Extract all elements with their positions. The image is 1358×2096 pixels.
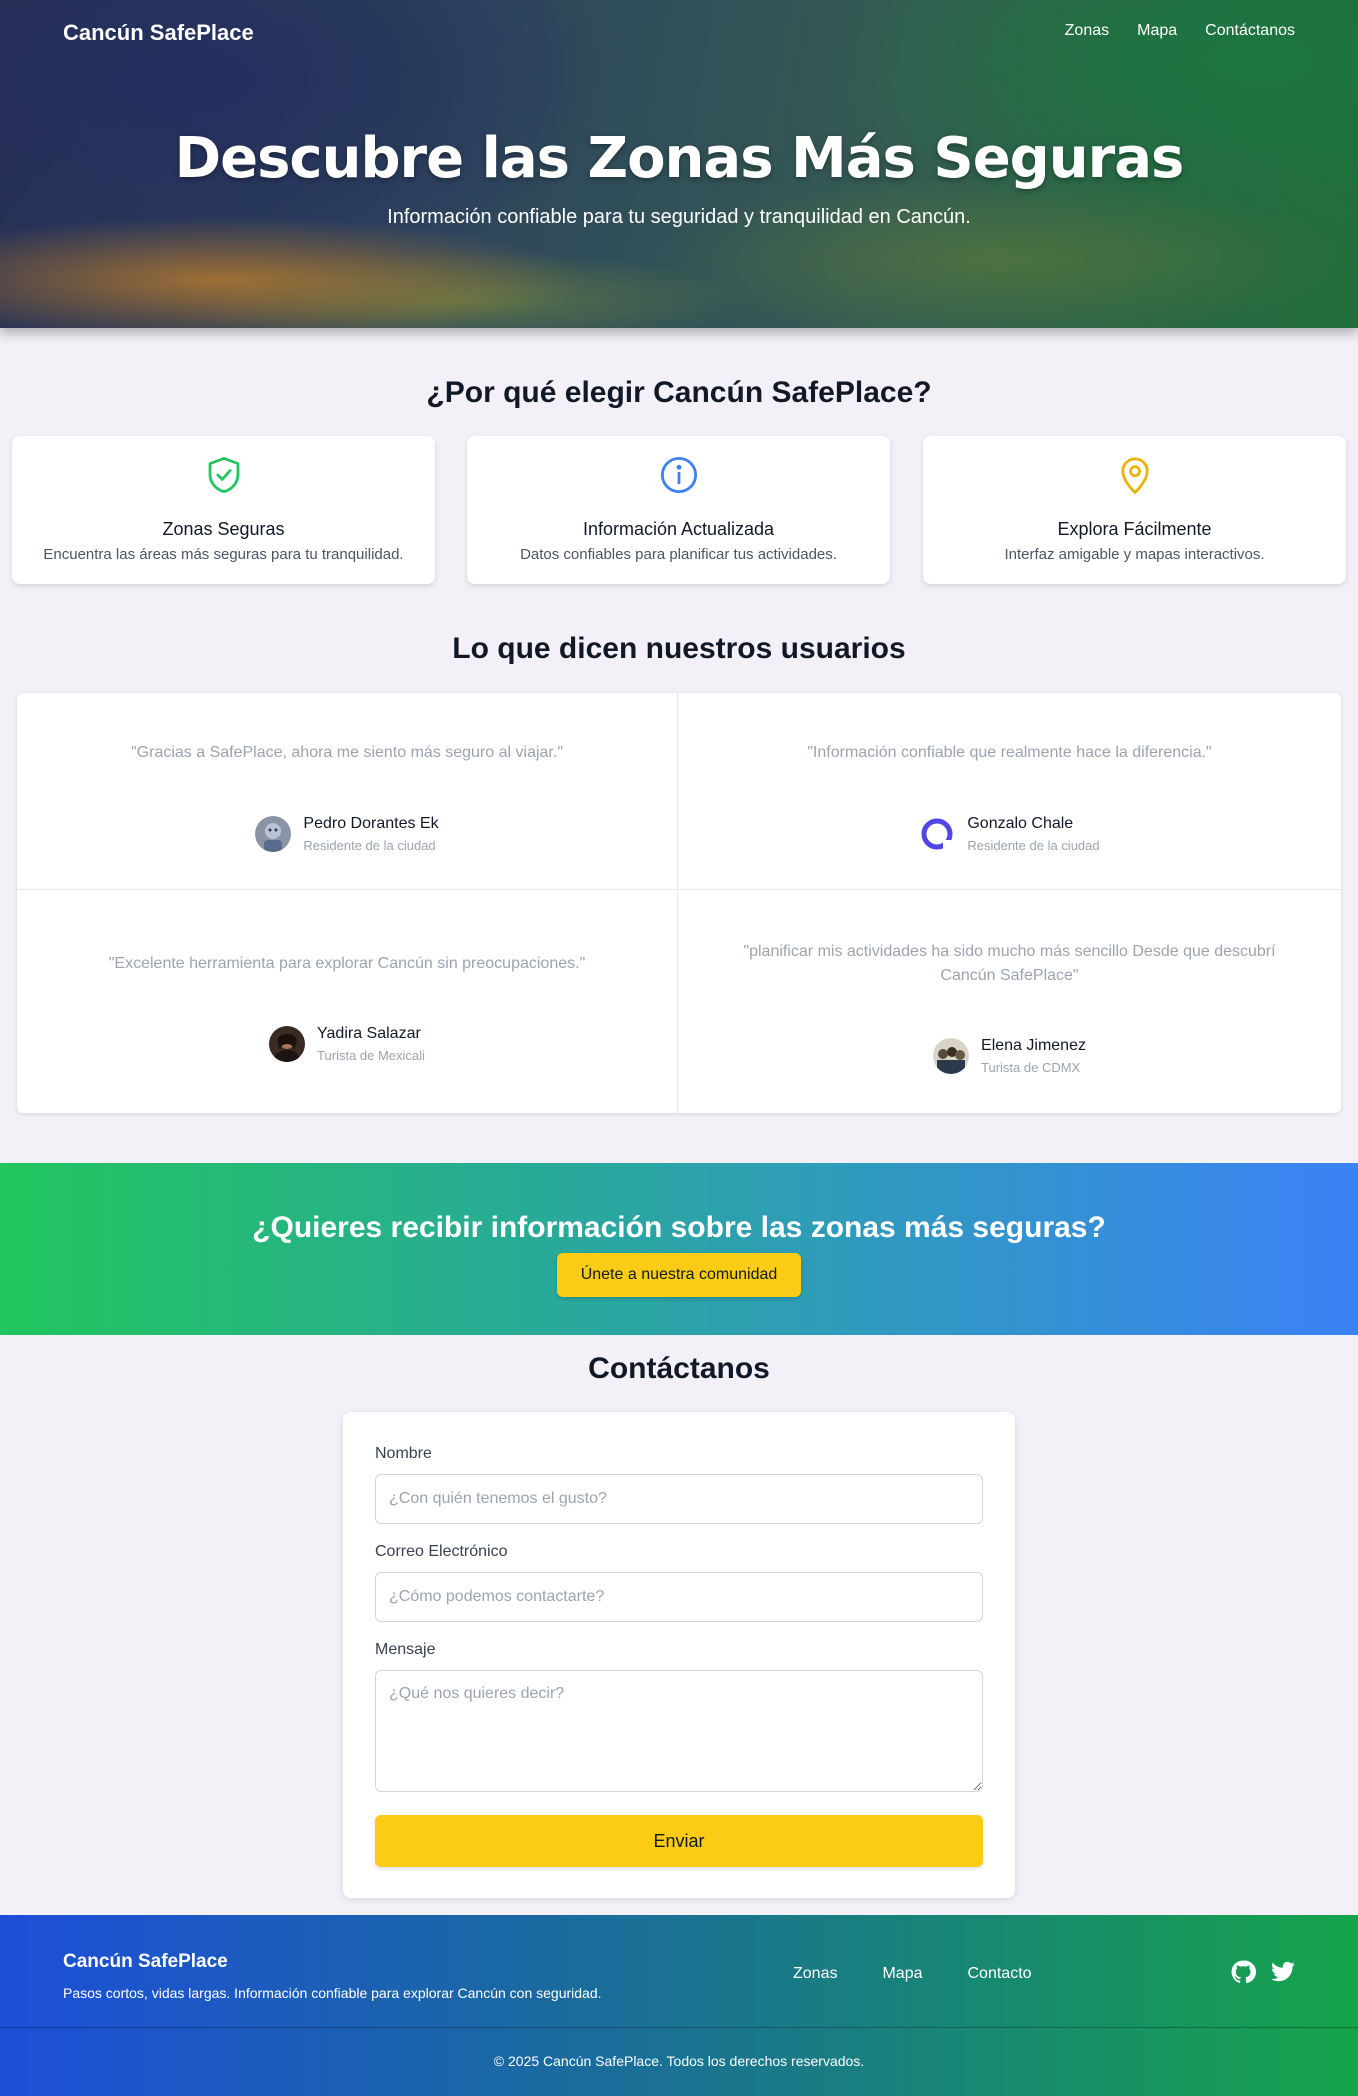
cta-title: ¿Quieres recibir información sobre las z…	[252, 1211, 1106, 1244]
testimonial-author: Elena Jimenez Turista de CDMX	[678, 1037, 1341, 1075]
footer-brand: Cancún SafePlace	[63, 1951, 228, 1972]
feature-card-zonas-seguras: Zonas Seguras Encuentra las áreas más se…	[12, 436, 435, 584]
testimonial-card: "planificar mis actividades ha sido much…	[678, 890, 1341, 1113]
footer-nav: Zonas Mapa Contacto	[793, 1965, 1032, 1983]
contact-form: Nombre Correo Electrónico Mensaje Enviar	[343, 1412, 1015, 1898]
avatar	[919, 816, 956, 852]
footer-link-contacto[interactable]: Contacto	[968, 1965, 1032, 1983]
feature-title: Zonas Seguras	[162, 519, 285, 539]
nav-link-mapa[interactable]: Mapa	[1137, 22, 1177, 40]
hero-title: Descubre las Zonas Más Seguras	[174, 126, 1185, 191]
testimonial-author: Yadira Salazar Turista de Mexicali	[17, 1025, 677, 1063]
footer-divider	[0, 2027, 1358, 2028]
email-field[interactable]	[375, 1572, 983, 1622]
testimonial-role: Residente de la ciudad	[303, 838, 436, 853]
testimonial-card: "Excelente herramienta para explorar Can…	[17, 890, 678, 1113]
message-field[interactable]	[375, 1670, 983, 1792]
testimonial-name: Elena Jimenez	[981, 1037, 1086, 1054]
footer-link-zonas[interactable]: Zonas	[793, 1965, 837, 1983]
github-icon[interactable]	[1230, 1959, 1256, 1985]
avatar	[269, 1026, 306, 1062]
top-nav: Zonas Mapa Contáctanos	[1065, 22, 1295, 40]
hero-subtitle: Información confiable para tu seguridad …	[387, 206, 971, 228]
feature-text: Encuentra las áreas más seguras para tu …	[43, 546, 404, 563]
testimonial-quote: "Gracias a SafePlace, ahora me siento má…	[130, 744, 563, 761]
feature-text: Datos confiables para planificar tus act…	[520, 546, 837, 563]
twitter-icon[interactable]	[1270, 1959, 1296, 1985]
send-button[interactable]: Enviar	[375, 1815, 983, 1867]
copyright: © 2025 Cancún SafePlace. Todos los derec…	[493, 2053, 865, 2069]
social-links	[1230, 1959, 1296, 1985]
why-title: ¿Por qué elegir Cancún SafePlace?	[426, 376, 932, 409]
feature-title: Información Actualizada	[582, 519, 775, 539]
testimonials-grid: "Gracias a SafePlace, ahora me siento má…	[17, 693, 1341, 1113]
shield-check-icon	[208, 456, 239, 494]
testimonial-quote: "Excelente herramienta para explorar Can…	[108, 955, 586, 972]
nav-link-zonas[interactable]: Zonas	[1065, 22, 1109, 40]
testimonial-card: "Gracias a SafePlace, ahora me siento má…	[17, 693, 678, 890]
nav-brand[interactable]: Cancún SafePlace	[63, 20, 254, 46]
feature-card-informacion: Información Actualizada Datos confiables…	[467, 436, 890, 584]
contact-title: Contáctanos	[588, 1352, 770, 1385]
info-icon	[660, 456, 697, 494]
hero-banner: Cancún SafePlace Zonas Mapa Contáctanos …	[0, 0, 1358, 328]
footer-link-mapa[interactable]: Mapa	[882, 1965, 922, 1983]
email-label: Correo Electrónico	[375, 1543, 508, 1560]
testimonials-title: Lo que dicen nuestros usuarios	[452, 632, 906, 665]
feature-title: Explora Fácilmente	[1057, 519, 1212, 539]
testimonial-name: Yadira Salazar	[317, 1025, 421, 1042]
nav-link-contactanos[interactable]: Contáctanos	[1205, 22, 1295, 40]
feature-text: Interfaz amigable y mapas interactivos.	[1004, 546, 1265, 563]
testimonial-author: Pedro Dorantes Ek Residente de la ciudad	[17, 815, 677, 853]
footer-tagline: Pasos cortos, vidas largas. Información …	[63, 1985, 602, 2001]
name-field[interactable]	[375, 1474, 983, 1524]
feature-card-explora: Explora Fácilmente Interfaz amigable y m…	[923, 436, 1346, 584]
community-cta: ¿Quieres recibir información sobre las z…	[0, 1163, 1358, 1335]
testimonial-card: "Información confiable que realmente hac…	[678, 693, 1341, 890]
footer: Cancún SafePlace Pasos cortos, vidas lar…	[0, 1915, 1358, 2096]
testimonial-name: Pedro Dorantes Ek	[303, 815, 439, 832]
avatar	[255, 816, 292, 852]
join-community-button[interactable]: Únete a nuestra comunidad	[557, 1253, 801, 1297]
message-label: Mensaje	[375, 1641, 436, 1658]
testimonial-role: Residente de la ciudad	[967, 838, 1100, 853]
avatar	[933, 1038, 970, 1074]
testimonial-role: Turista de Mexicali	[317, 1048, 425, 1063]
name-label: Nombre	[375, 1445, 432, 1462]
map-pin-icon	[1120, 457, 1149, 494]
testimonial-quote: "planificar mis actividades ha sido much…	[743, 943, 1276, 984]
testimonial-role: Turista de CDMX	[981, 1060, 1081, 1075]
testimonial-author: Gonzalo Chale Residente de la ciudad	[678, 815, 1341, 853]
testimonial-name: Gonzalo Chale	[967, 815, 1074, 832]
testimonial-quote: "Información confiable que realmente hac…	[807, 744, 1212, 761]
